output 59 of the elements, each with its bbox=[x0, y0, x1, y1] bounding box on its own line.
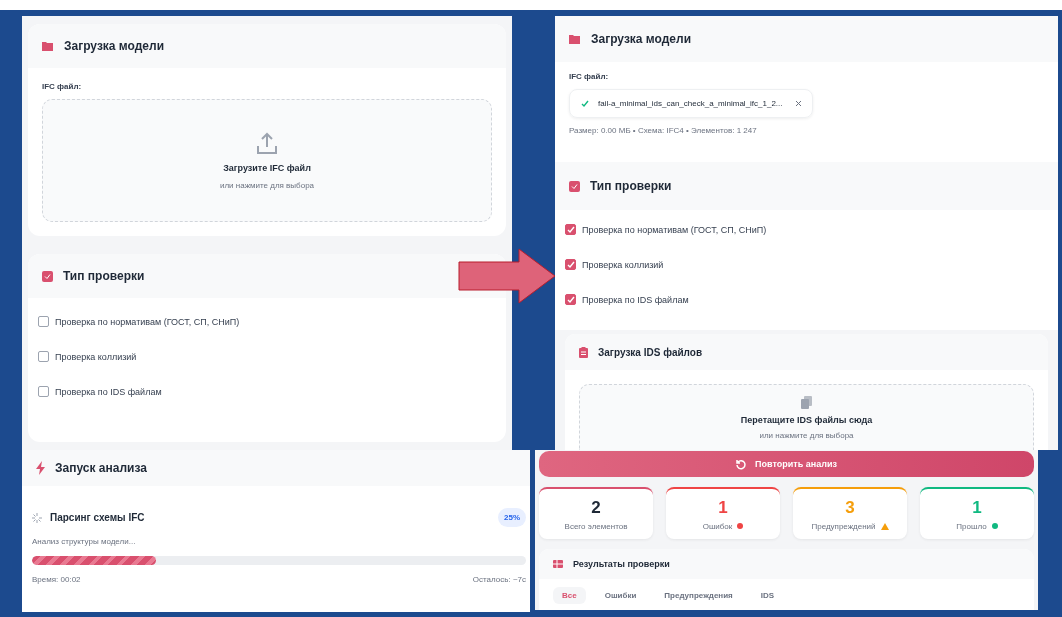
checkbox[interactable] bbox=[565, 294, 576, 305]
field-label: IFC файл: bbox=[569, 72, 610, 81]
card-title: Запуск анализа bbox=[55, 461, 147, 475]
step-title: Парсинг схемы IFC bbox=[50, 512, 145, 523]
retry-button[interactable]: Повторить анализ bbox=[539, 451, 1034, 477]
filter-tab[interactable]: Предупреждения bbox=[655, 587, 742, 604]
file-dropzone[interactable]: Загрузите IFC файл или нажмите для выбора bbox=[42, 99, 492, 222]
stat-label: Ошибок bbox=[702, 521, 733, 531]
checkbox[interactable] bbox=[565, 224, 576, 235]
stat-value: 1 bbox=[718, 497, 728, 518]
card-title: Тип проверки bbox=[590, 179, 672, 193]
filter-tab[interactable]: IDS bbox=[751, 587, 784, 604]
checkbox-option[interactable]: Проверка коллизий bbox=[38, 351, 496, 362]
dot-icon bbox=[991, 523, 998, 529]
card-title: Загрузка модели bbox=[591, 32, 692, 46]
checkbox[interactable] bbox=[38, 386, 49, 397]
documents-icon bbox=[801, 395, 812, 409]
stat-label: Прошло bbox=[956, 521, 987, 531]
stat-label: Всего элементов bbox=[564, 521, 628, 531]
warning-icon bbox=[880, 522, 889, 530]
remaining-time: Осталось: ~7с bbox=[472, 575, 526, 584]
folder-icon bbox=[42, 41, 54, 51]
upload-icon bbox=[256, 131, 278, 155]
stat-label: Предупреждений bbox=[811, 521, 876, 531]
checkbox-option[interactable]: Проверка по IDS файлам bbox=[565, 294, 1048, 305]
folder-icon bbox=[569, 34, 581, 44]
file-dropzone[interactable]: Перетащите IDS файлы сюда или нажмите для выбора bbox=[579, 384, 1034, 450]
stat-value: 3 bbox=[845, 497, 855, 518]
step-description: Анализ структуры модели... bbox=[32, 537, 137, 546]
stat-value: 2 bbox=[591, 497, 601, 518]
checkbox-option[interactable]: Проверка по нормативам (ГОСТ, СП, СНиП) bbox=[38, 316, 496, 327]
card-title: Загрузка модели bbox=[64, 39, 165, 53]
percent-badge: 25% bbox=[498, 508, 526, 527]
checkbox[interactable] bbox=[565, 259, 576, 270]
spinner-icon bbox=[32, 512, 42, 523]
filter-tab[interactable]: Все bbox=[553, 587, 586, 604]
table-icon bbox=[553, 560, 563, 568]
dot-icon bbox=[737, 523, 744, 529]
check-icon bbox=[580, 99, 590, 108]
file-details: Размер: 0.00 МБ • Схема: IFC4 • Элементов: 1 247 bbox=[569, 126, 758, 135]
checkbox[interactable] bbox=[38, 316, 49, 327]
stat-value: 1 bbox=[972, 497, 982, 518]
card-title: Результаты проверки bbox=[573, 559, 670, 569]
filter-tab[interactable]: Ошибки bbox=[595, 587, 646, 604]
refresh-icon bbox=[736, 458, 748, 470]
lightning-icon bbox=[36, 461, 45, 475]
checkbox-option[interactable]: Проверка по IDS файлам bbox=[38, 386, 496, 397]
checkbox-icon bbox=[569, 180, 580, 192]
close-icon[interactable] bbox=[795, 100, 802, 107]
checkbox-icon bbox=[42, 270, 53, 282]
checkbox-option[interactable]: Проверка по нормативам (ГОСТ, СП, СНиП) bbox=[565, 224, 1048, 235]
file-name: fail-a_minimal_ids_can_check_a_minimal_ifc_1_2... bbox=[598, 99, 783, 108]
card-title: Тип проверки bbox=[63, 269, 145, 283]
clipboard-icon bbox=[579, 346, 588, 358]
checkbox-option[interactable]: Проверка коллизий bbox=[565, 259, 1048, 270]
card-title: Загрузка IDS файлов bbox=[598, 346, 703, 358]
elapsed-time: Время: 00:02 bbox=[32, 575, 81, 584]
field-label: IFC файл: bbox=[42, 82, 83, 91]
checkbox[interactable] bbox=[38, 351, 49, 362]
